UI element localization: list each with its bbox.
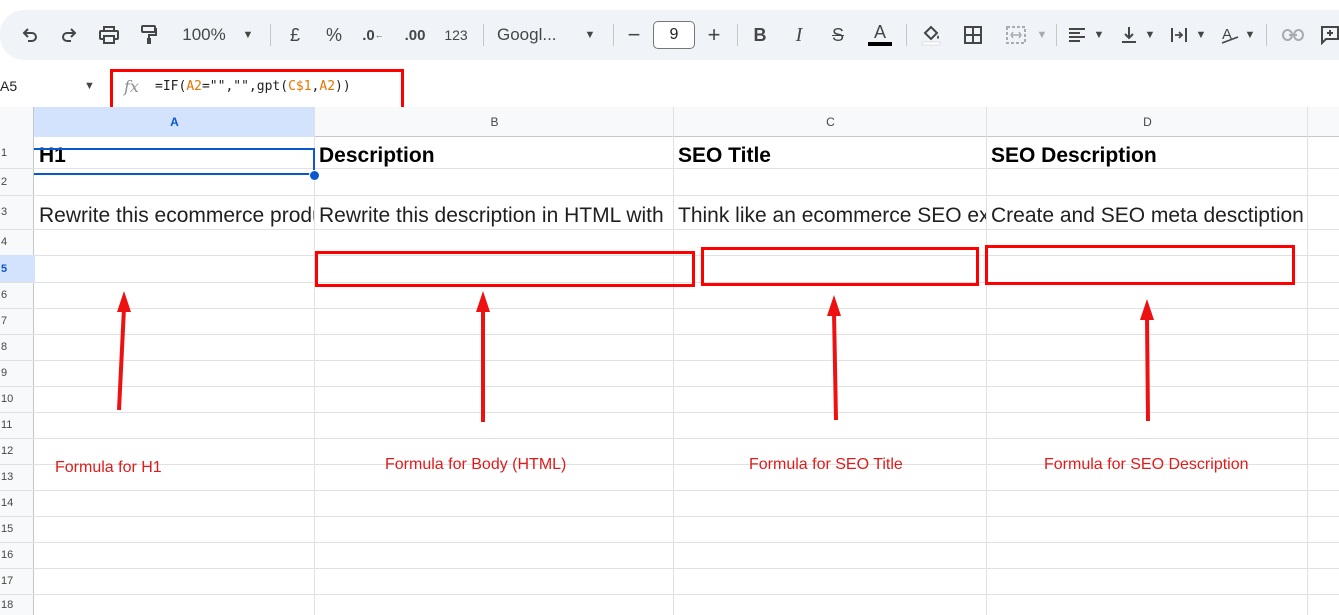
arrow-c-head [827,295,841,316]
annotation-h1: Formula for H1 [55,459,162,476]
annotation-body: Formula for Body (HTML) [385,456,567,473]
arrow-a-head [117,291,131,312]
annotation-seo-description: Formula for SEO Description [1044,456,1249,473]
annotation-arrows [117,291,1154,422]
arrow-d-head [1140,299,1154,320]
arrow-a [117,307,126,411]
arrow-c [832,311,838,421]
arrow-d [1145,315,1150,422]
annotation-seo-title: Formula for SEO Title [749,456,903,473]
arrow-b-head [476,291,490,312]
